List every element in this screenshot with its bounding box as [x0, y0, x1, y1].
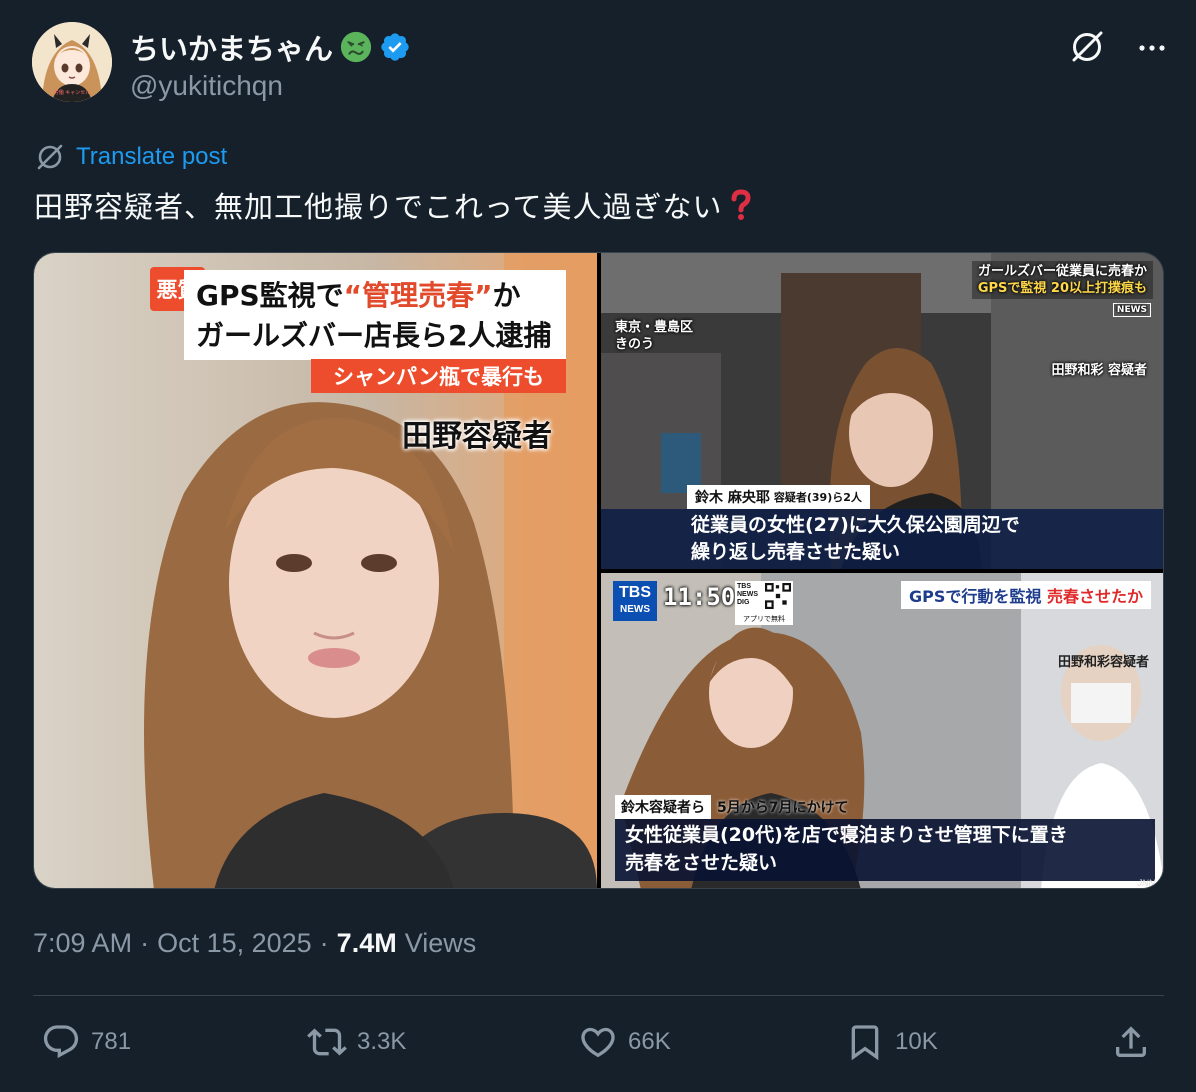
left-headline-1b: “管理売春” — [343, 279, 493, 312]
br-tag-date: 5月から7月にかけて — [717, 800, 849, 816]
like-button[interactable]: 66K — [578, 1022, 671, 1062]
br-headline-a: GPSで行動を監視 — [909, 587, 1042, 606]
post-text-body: 田野容疑者、無加工他撮りでこれって美人過ぎない — [34, 190, 723, 224]
left-subhead: シャンパン瓶で暴行も — [311, 359, 566, 393]
tr-location: 東京・豊島区 きのう — [615, 319, 693, 353]
translate-icon — [37, 144, 63, 170]
like-count: 66K — [628, 1028, 671, 1055]
tbs-news-logo: TBS NEWS — [613, 581, 657, 621]
avatar-shirt-text: 労働 キャンセル — [54, 89, 91, 96]
reply-count: 781 — [91, 1028, 132, 1055]
tr-corner-line-1: ガールズバー従業員に売春か — [977, 264, 1147, 279]
grok-icon — [1072, 31, 1103, 62]
br-headline-b: 売春させたか — [1046, 587, 1143, 606]
br-caption-2: 売春をさせた疑い — [625, 852, 778, 874]
br-caption-1: 女性従業員(20代)を店で寝泊まりさせ管理下に置き — [625, 824, 1068, 846]
share-icon — [1116, 1026, 1146, 1057]
share-button[interactable] — [1111, 1022, 1151, 1062]
br-headline: GPSで行動を監視 売春させたか — [901, 581, 1151, 609]
post-header: 労働 キャンセル ちいかまちゃん @yukitichqn — [32, 22, 1172, 106]
heart-icon — [581, 1027, 615, 1058]
post-date[interactable]: Oct 15, 2025 — [157, 928, 312, 959]
jnn-watermark: JNN — [1137, 878, 1156, 888]
tr-caption-2: 繰り返し売春させた疑い — [691, 541, 901, 563]
bookmark-count: 10K — [895, 1028, 938, 1055]
meta-separator: · — [319, 928, 329, 958]
qr-label-1: TBS — [737, 583, 751, 590]
more-button[interactable] — [1132, 28, 1172, 68]
left-name-label: 田野容疑者 — [402, 419, 552, 454]
qr-code-box: TBS NEWS DIG アプリで無料 — [735, 581, 793, 625]
grok-button[interactable] — [1066, 26, 1108, 68]
more-icon — [1139, 45, 1165, 51]
sick-face-icon — [340, 31, 372, 63]
br-tag-name: 鈴木容疑者ら — [615, 795, 711, 819]
tr-tag-suffix: 容疑者(39)ら2人 — [773, 491, 862, 504]
translate-label[interactable]: Translate post — [76, 143, 227, 171]
br-name-label: 田野和彩容疑者 — [1057, 655, 1149, 670]
tr-name-tag: 鈴木 麻央耶 容疑者(39)ら2人 — [687, 485, 870, 509]
post-text: 田野容疑者、無加工他撮りでこれって美人過ぎない — [34, 184, 755, 226]
media-image-bottom-right[interactable]: TBS NEWS 11:50 TBS NEWS DIG アプリで無料 GPSで行… — [601, 573, 1163, 888]
divider — [33, 995, 1164, 996]
verified-badge-icon[interactable] — [379, 31, 411, 63]
red-question-mark-icon — [731, 189, 751, 220]
tr-location-1: 東京・豊島区 — [615, 320, 694, 335]
left-headline: GPS監視で“管理売春”か ガールズバー店長ら2人逮捕 — [184, 270, 566, 360]
broadcast-time: 11:50 — [663, 583, 736, 611]
reply-icon — [43, 1025, 79, 1059]
repost-icon — [307, 1028, 347, 1056]
qr-labels: TBS NEWS DIG — [737, 583, 758, 607]
tr-caption-1: 従業員の女性(27)に大久保公園周辺で — [691, 514, 1020, 536]
br-caption-bar: 女性従業員(20代)を店で寝泊まりさせ管理下に置き 売春をさせた疑い — [615, 819, 1155, 881]
qr-caption: アプリで無料 — [743, 616, 785, 623]
tr-corner-line-2: GPSで監視 20以上打撲痕も — [977, 281, 1147, 296]
handle[interactable]: @yukitichqn — [130, 70, 283, 102]
qr-code-icon — [765, 583, 791, 609]
left-headline-1c: か — [492, 279, 521, 312]
tr-tag-name: 鈴木 麻央耶 — [695, 490, 770, 506]
bookmark-button[interactable]: 10K — [845, 1022, 938, 1062]
tr-name-label: 田野和彩 容疑者 — [1051, 363, 1147, 378]
left-headline-1a: GPS監視で — [196, 279, 344, 312]
reply-button[interactable]: 781 — [41, 1022, 131, 1062]
media-grid[interactable]: 悪質 GPS監視で“管理売春”か ガールズバー店長ら2人逮捕 シャンパン瓶で暴行… — [33, 252, 1164, 889]
translate-post-link[interactable]: Translate post — [34, 141, 227, 173]
tr-network-logo: NEWS — [1112, 303, 1151, 317]
tbs-logo-2: NEWS — [620, 604, 650, 615]
display-name[interactable]: ちいかまちゃん — [130, 26, 333, 68]
tr-corner-caption: ガールズバー従業員に売春か GPSで監視 20以上打撲痕も — [971, 261, 1153, 299]
qr-label-3: DIG — [737, 599, 750, 606]
qr-label-2: NEWS — [737, 591, 758, 598]
media-image-top-right[interactable]: ガールズバー従業員に売春か GPSで監視 20以上打撲痕も NEWS 東京・豊島… — [601, 253, 1163, 569]
bookmark-icon — [851, 1025, 879, 1061]
media-image-left[interactable]: 悪質 GPS監視で“管理売春”か ガールズバー店長ら2人逮捕 シャンパン瓶で暴行… — [34, 253, 597, 888]
views-count[interactable]: 7.4M — [337, 928, 397, 959]
br-name-tag: 鈴木容疑者ら 5月から7月にかけて — [615, 795, 854, 819]
left-headline-2: ガールズバー店長ら2人逮捕 — [196, 319, 552, 352]
tr-caption-bar: 従業員の女性(27)に大久保公園周辺で 繰り返し売春させた疑い — [601, 509, 1163, 569]
views-label: Views — [404, 928, 477, 958]
post-meta: 7:09 AM · Oct 15, 2025 · 7.4M Views — [33, 928, 476, 959]
post-time[interactable]: 7:09 AM — [33, 928, 132, 959]
name-row: ちいかまちゃん — [130, 26, 411, 68]
action-bar: 781 3.3K 66K 10K — [33, 1022, 1164, 1072]
tr-location-2: きのう — [615, 337, 655, 352]
avatar[interactable]: 労働 キャンセル — [32, 22, 112, 102]
repost-button[interactable]: 3.3K — [307, 1022, 406, 1062]
tbs-logo-1: TBS — [619, 584, 651, 601]
meta-separator: · — [140, 928, 150, 958]
repost-count: 3.3K — [357, 1028, 407, 1055]
